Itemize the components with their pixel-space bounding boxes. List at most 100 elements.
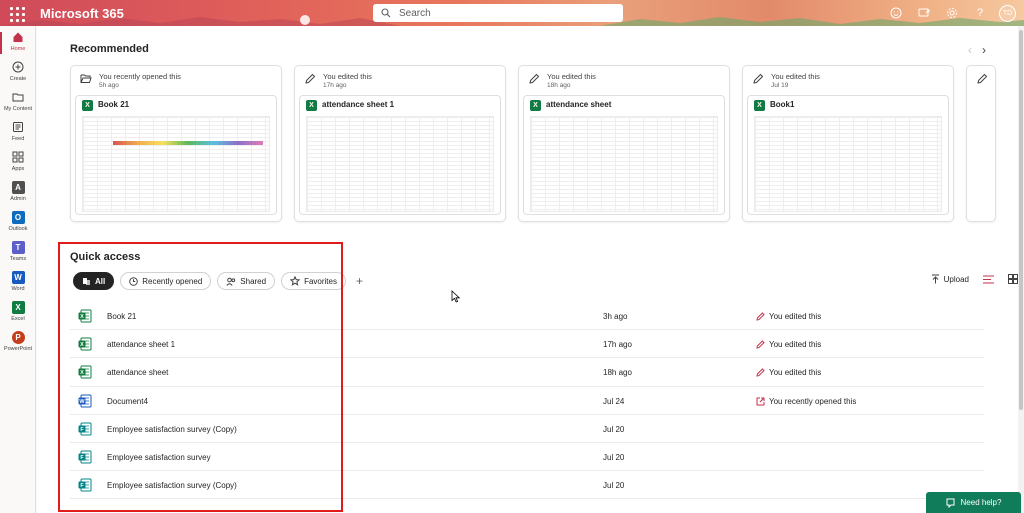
quick-access-title: Quick access <box>70 251 141 263</box>
pencil-icon <box>977 73 988 84</box>
file-name[interactable]: Employee satisfaction survey <box>107 453 211 462</box>
open-external-icon <box>756 397 765 406</box>
recommended-card[interactable]: You edited this 18h ago X attendance she… <box>518 65 730 222</box>
card-time: Jul 19 <box>771 82 789 89</box>
search-placeholder: Search <box>399 7 431 19</box>
filter-favorites[interactable]: Favorites <box>281 272 346 290</box>
home-icon <box>11 30 25 44</box>
header-actions: ? TD <box>887 4 1016 22</box>
card-preview: X Book1 <box>747 95 949 215</box>
need-help-label: Need help? <box>960 498 1002 507</box>
activity-text: You edited this <box>769 312 822 321</box>
rail-item-home[interactable]: Home <box>0 30 36 60</box>
upload-button[interactable]: Upload <box>931 274 969 284</box>
chevron-right-icon[interactable]: › <box>982 43 986 57</box>
rail-item-outlook[interactable]: O Outlook <box>0 210 36 240</box>
pencil-icon <box>756 340 765 349</box>
pencil-icon <box>753 73 764 84</box>
rail-item-word[interactable]: W Word <box>0 270 36 300</box>
thumbnail-grid <box>531 117 717 211</box>
file-date: 18h ago <box>603 368 632 378</box>
rail-label: Home <box>10 46 26 52</box>
clock-icon <box>129 276 139 286</box>
file-name[interactable]: Employee satisfaction survey (Copy) <box>107 425 237 434</box>
card-reason: You edited this <box>323 72 372 81</box>
share-screen-icon[interactable] <box>915 4 933 22</box>
scrollbar[interactable] <box>1018 26 1024 513</box>
mouse-cursor-icon <box>451 290 460 303</box>
card-file-name: attendance sheet 1 <box>322 100 395 109</box>
help-chat-icon <box>946 498 955 508</box>
grid-view-icon[interactable] <box>1008 274 1018 284</box>
card-preview: X Book 21 <box>75 95 277 215</box>
table-row[interactable]: Xattendance sheet 18h ago You edited this <box>70 358 984 387</box>
scrollbar-thumb[interactable] <box>1019 30 1023 410</box>
rail-label: PowerPoint <box>3 346 33 352</box>
svg-text:W: W <box>79 399 85 405</box>
search-input[interactable]: Search <box>373 4 623 22</box>
recommended-title: Recommended <box>70 43 149 55</box>
left-rail: Home Create My Content Feed Apps A Admin… <box>0 26 36 513</box>
table-row[interactable]: Xattendance sheet 1 17h ago You edited thi… <box>70 330 984 359</box>
table-row[interactable]: F Employee satisfaction survey Jul 20 <box>70 443 984 472</box>
recommended-card-partial[interactable] <box>966 65 996 222</box>
rail-item-feed[interactable]: Feed <box>0 120 36 150</box>
teams-icon: T <box>11 240 25 254</box>
activity-cell: You edited this <box>756 312 821 321</box>
rail-item-excel[interactable]: X Excel <box>0 300 36 330</box>
rail-item-my-content[interactable]: My Content <box>0 90 36 120</box>
filter-recently-opened[interactable]: Recently opened <box>120 272 212 290</box>
list-view-icon[interactable] <box>983 275 994 284</box>
excel-icon: X <box>82 100 93 111</box>
card-preview: X attendance sheet <box>523 95 725 215</box>
upload-label: Upload <box>943 274 969 284</box>
recommended-card[interactable]: You recently opened this 5h ago X Book 2… <box>70 65 282 222</box>
activity-text: You edited this <box>769 368 822 378</box>
file-date: Jul 24 <box>603 396 625 406</box>
brand-title[interactable]: Microsoft 365 <box>40 6 124 21</box>
table-row[interactable]: X Book 21 3h ago You edited this <box>70 302 984 331</box>
filter-shared[interactable]: Shared <box>217 272 276 290</box>
card-reason: You edited this <box>547 72 596 81</box>
help-icon[interactable]: ? <box>971 4 989 22</box>
file-name[interactable]: Employee satisfaction survey (Copy) <box>107 481 237 490</box>
avatar[interactable]: TD <box>999 4 1016 22</box>
file-name[interactable]: Book 21 <box>107 312 136 321</box>
need-help-button[interactable]: Need help? <box>926 492 1021 513</box>
excel-icon: X <box>11 300 25 314</box>
rail-item-admin[interactable]: A Admin <box>0 180 36 210</box>
recommended-card[interactable]: You edited this 17h ago X attendance she… <box>294 65 506 222</box>
file-date: Jul 20 <box>603 481 625 491</box>
table-row[interactable]: F Employee satisfaction survey (Copy) Jul … <box>70 415 984 443</box>
main-content: Recommended ‹ › You recently opened this… <box>37 26 1024 513</box>
file-date: 17h ago <box>603 340 632 350</box>
rail-item-teams[interactable]: T Teams <box>0 240 36 270</box>
table-row[interactable]: W Document4 Jul 24 You recently opened this <box>70 387 984 415</box>
recommended-card[interactable]: You edited this Jul 19 X Book1 <box>742 65 954 222</box>
file-thumbnail <box>530 116 718 212</box>
filter-all[interactable]: All <box>73 272 115 290</box>
activity-text: You recently opened this <box>769 396 857 406</box>
powerpoint-icon: P <box>11 330 25 344</box>
feed-icon <box>11 120 25 134</box>
add-filter-icon[interactable]: + <box>356 274 363 288</box>
file-name[interactable]: Document4 <box>107 397 148 406</box>
activity-cell: You edited this <box>756 340 821 349</box>
rail-label: Word <box>11 286 25 292</box>
filter-label: Favorites <box>304 276 337 286</box>
excel-icon: X <box>754 100 765 111</box>
app-launcher-icon[interactable] <box>6 3 26 23</box>
file-name[interactable]: attendance sheet 1 <box>107 340 175 349</box>
rail-item-apps[interactable]: Apps <box>0 150 36 180</box>
upload-icon <box>931 274 939 284</box>
apps-icon <box>11 150 25 164</box>
table-row[interactable]: F Employee satisfaction survey (Copy) Jul … <box>70 471 984 500</box>
gear-icon[interactable] <box>943 4 961 22</box>
rail-item-create[interactable]: Create <box>0 60 36 90</box>
rail-item-powerpoint[interactable]: P PowerPoint <box>0 330 36 360</box>
thumbnail-grid <box>83 117 269 211</box>
smiley-icon[interactable] <box>887 4 905 22</box>
file-date: 3h ago <box>603 312 628 321</box>
file-name[interactable]: attendance sheet <box>107 368 168 377</box>
chevron-left-icon[interactable]: ‹ <box>968 43 972 57</box>
